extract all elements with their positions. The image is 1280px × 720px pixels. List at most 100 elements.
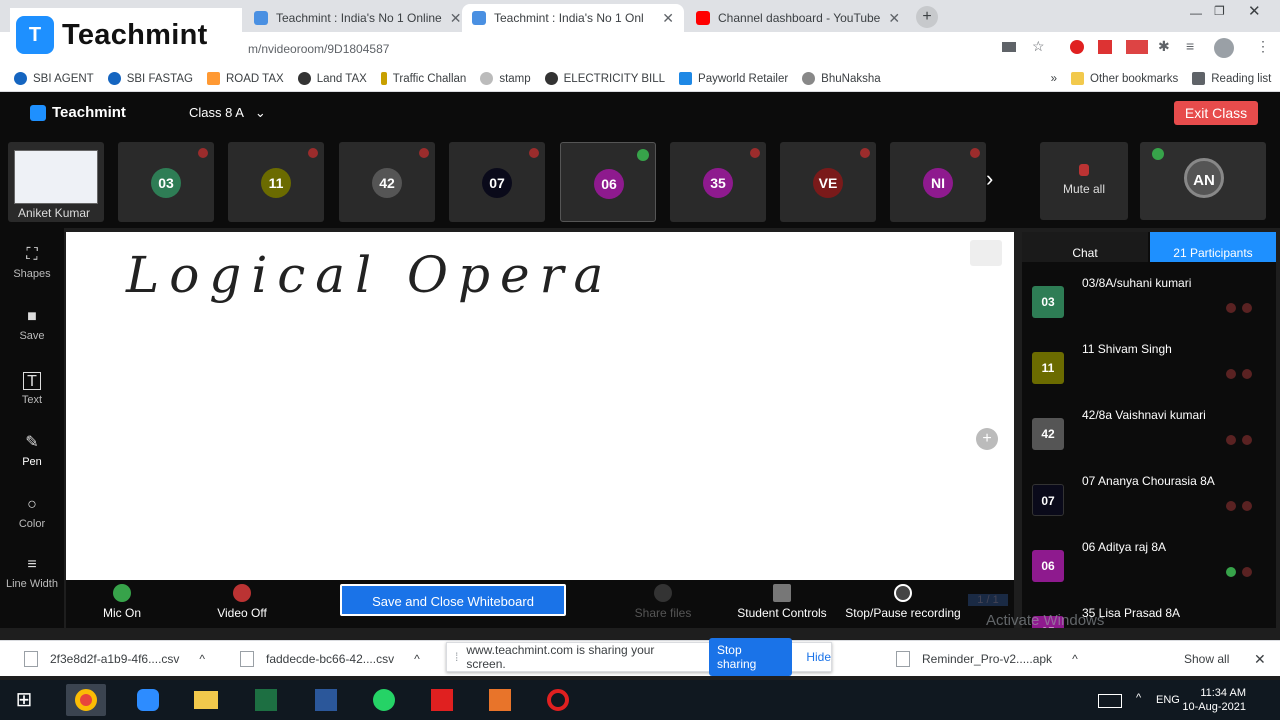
expand-icon[interactable]: [970, 240, 1002, 266]
chevron-up-icon[interactable]: ^: [1072, 652, 1078, 666]
video-off-icon[interactable]: [1242, 567, 1252, 577]
chevron-up-icon[interactable]: ^: [1136, 692, 1141, 704]
mic-off-icon[interactable]: [1226, 501, 1236, 511]
hide-button[interactable]: Hide: [806, 650, 831, 664]
minimize-icon[interactable]: —: [1190, 6, 1202, 20]
participant-tile[interactable]: 42: [339, 142, 435, 222]
bookmark-traffic-challan[interactable]: Traffic Challan: [380, 72, 466, 85]
camera-icon[interactable]: [1002, 42, 1016, 52]
restore-icon[interactable]: ❐: [1214, 4, 1225, 18]
puzzle-icon[interactable]: ✱: [1158, 38, 1170, 55]
media-queue-icon[interactable]: ≡: [1186, 38, 1194, 54]
whatsapp-taskbar-icon[interactable]: [364, 684, 404, 716]
download-item[interactable]: Reminder_Pro-v2.....apk ^: [896, 641, 1078, 677]
exit-class-button[interactable]: Exit Class: [1174, 101, 1258, 125]
bookmark-land-tax[interactable]: Land TAX: [297, 72, 367, 85]
chevron-up-icon[interactable]: ^: [414, 652, 420, 666]
mic-off-icon[interactable]: [1226, 303, 1236, 313]
menu-dots-icon[interactable]: ⋮: [1256, 38, 1270, 55]
keyboard-icon[interactable]: [1098, 694, 1122, 708]
video-off-icon[interactable]: [1242, 369, 1252, 379]
other-bookmarks[interactable]: Other bookmarks: [1071, 72, 1178, 85]
participant-tile[interactable]: VE: [780, 142, 876, 222]
bookmark-electricity-bill[interactable]: ELECTRICITY BILL: [544, 72, 665, 85]
participant-tile[interactable]: NI: [890, 142, 986, 222]
download-item[interactable]: faddecde-bc66-42....csv ^: [240, 641, 420, 677]
stop-sharing-button[interactable]: Stop sharing: [708, 638, 793, 676]
app-taskbar-icon[interactable]: [480, 684, 520, 716]
bookmark-payworld[interactable]: Payworld Retailer: [679, 72, 788, 85]
host-tile[interactable]: AN: [1140, 142, 1266, 220]
mic-button[interactable]: Mic On: [92, 580, 152, 620]
mic-off-icon[interactable]: [1226, 369, 1236, 379]
bookmark-sbi-fastag[interactable]: SBI FASTAG: [107, 72, 193, 85]
extension-badge-icon[interactable]: [1126, 40, 1148, 54]
chrome-taskbar-icon[interactable]: [66, 684, 106, 716]
participant-tile[interactable]: 06: [560, 142, 656, 222]
color-tool[interactable]: ○ Color: [0, 496, 64, 530]
save-tool[interactable]: ■ Save: [0, 308, 64, 342]
bookmark-bhunaksha[interactable]: BhuNaksha: [802, 72, 881, 85]
bookmarks-overflow-icon[interactable]: »: [1051, 73, 1057, 85]
bookmark-sbi-agent[interactable]: SBI AGENT: [14, 72, 94, 85]
bookmark-road-tax[interactable]: ROAD TAX: [206, 72, 284, 85]
drag-handle-icon[interactable]: ⁞: [455, 650, 458, 664]
pen-tool[interactable]: ✎ Pen: [0, 434, 64, 468]
line-width-tool[interactable]: ≡ Line Width: [0, 556, 64, 590]
close-download-bar-icon[interactable]: ✕: [1254, 641, 1266, 677]
mic-off-icon[interactable]: [1226, 435, 1236, 445]
participant-tile[interactable]: 07: [449, 142, 545, 222]
close-window-icon[interactable]: ✕: [1248, 2, 1261, 20]
bookmark-star-icon[interactable]: ☆: [1032, 38, 1045, 55]
system-clock[interactable]: 11:34 AM 10-Aug-2021: [1182, 686, 1246, 714]
share-files-button[interactable]: Share files: [628, 580, 698, 620]
participant-tile[interactable]: 35: [670, 142, 766, 222]
chevron-up-icon[interactable]: ^: [199, 652, 205, 666]
explorer-taskbar-icon[interactable]: [186, 684, 226, 716]
participant-controls[interactable]: [1220, 498, 1260, 511]
opera-extension-icon[interactable]: [1070, 40, 1084, 54]
video-off-icon[interactable]: [1242, 303, 1252, 313]
profile-avatar[interactable]: [1214, 38, 1234, 58]
self-video-tile[interactable]: Aniket Kumar: [8, 142, 104, 222]
mute-all-button[interactable]: Mute all: [1040, 142, 1128, 220]
add-page-icon[interactable]: +: [976, 428, 998, 450]
chevron-right-icon[interactable]: ›: [986, 166, 993, 192]
windows-start-icon[interactable]: ⊞: [4, 684, 44, 716]
video-off-icon[interactable]: [1242, 501, 1252, 511]
participant-controls[interactable]: [1220, 432, 1260, 445]
video-button[interactable]: Video Off: [210, 580, 274, 620]
extension-icon[interactable]: [1098, 40, 1112, 54]
browser-tab-active[interactable]: Teachmint : India's No 1 Onl ✕: [462, 4, 684, 32]
close-tab-icon[interactable]: ✕: [442, 10, 460, 27]
student-controls-button[interactable]: Student Controls: [734, 580, 830, 620]
language-indicator[interactable]: ENG: [1156, 694, 1180, 706]
excel-taskbar-icon[interactable]: [246, 684, 286, 716]
browser-tab[interactable]: Teachmint : India's No 1 Online ✕: [244, 4, 460, 32]
browser-tab[interactable]: Channel dashboard - YouTube ✕: [686, 4, 908, 32]
participant-controls[interactable]: [1220, 300, 1260, 313]
recording-button[interactable]: Stop/Pause recording: [842, 580, 964, 620]
participant-controls[interactable]: [1220, 564, 1260, 577]
tab-chat[interactable]: Chat: [1022, 232, 1148, 262]
mic-on-icon[interactable]: [1226, 567, 1236, 577]
reading-list[interactable]: Reading list: [1192, 72, 1271, 85]
acrobat-taskbar-icon[interactable]: [422, 684, 462, 716]
close-tab-icon[interactable]: ✕: [880, 10, 900, 27]
participant-tile[interactable]: 03: [118, 142, 214, 222]
new-tab-button[interactable]: +: [916, 6, 938, 28]
save-close-whiteboard-button[interactable]: Save and Close Whiteboard: [340, 584, 566, 616]
word-taskbar-icon[interactable]: [306, 684, 346, 716]
url-field[interactable]: m/nvideoroom/9D1804587: [248, 38, 1008, 60]
bookmark-stamp[interactable]: stamp: [480, 72, 531, 85]
shapes-tool[interactable]: ⛶ Shapes: [0, 246, 64, 280]
close-tab-icon[interactable]: ✕: [654, 10, 674, 27]
download-item[interactable]: 2f3e8d2f-a1b9-4f6....csv ^: [24, 641, 205, 677]
participant-tile[interactable]: 11: [228, 142, 324, 222]
class-selector[interactable]: Class 8 A ⌄: [189, 105, 266, 121]
tab-participants[interactable]: 21 Participants: [1150, 232, 1276, 262]
video-off-icon[interactable]: [1242, 435, 1252, 445]
text-tool[interactable]: T Text: [0, 372, 64, 406]
participant-controls[interactable]: [1220, 366, 1260, 379]
zoom-taskbar-icon[interactable]: [128, 684, 168, 716]
